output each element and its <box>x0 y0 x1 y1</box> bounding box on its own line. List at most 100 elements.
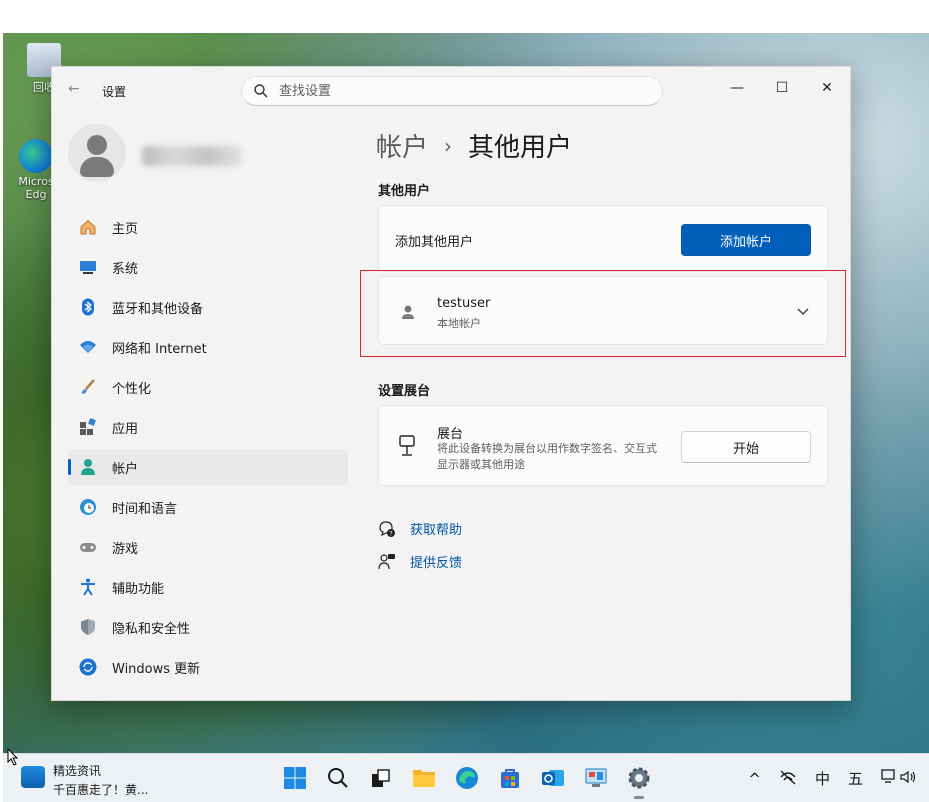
folder-icon <box>413 770 435 787</box>
window-title: 设置 <box>102 85 127 99</box>
edge-icon <box>19 139 53 173</box>
mouse-cursor-icon <box>7 748 19 766</box>
news-subtitle: 千百惠走了！黄... <box>53 783 149 797</box>
sidebar-item-label: 辅助功能 <box>112 581 165 597</box>
kiosk-title: 展台 <box>437 427 464 442</box>
sidebar-item-system[interactable]: 系统 <box>68 249 348 285</box>
account-icon <box>78 457 98 477</box>
news-widget[interactable]: 精选资讯 千百惠走了！黄... <box>21 762 148 798</box>
user-profile[interactable] <box>68 124 242 182</box>
sidebar-item-time-language[interactable]: 时间和语言 <box>68 489 348 525</box>
avatar <box>68 124 126 182</box>
search-input[interactable] <box>279 82 639 100</box>
maximize-button[interactable]: ☐ <box>759 73 805 103</box>
display-volume-icons[interactable] <box>881 768 917 789</box>
help-icon: ? <box>379 520 395 537</box>
file-explorer-button[interactable] <box>408 762 440 794</box>
sidebar-item-label: 帐户 <box>112 461 139 477</box>
sidebar-item-personalization[interactable]: 个性化 <box>68 369 348 405</box>
shield-icon <box>78 617 98 637</box>
input-method-indicator[interactable]: 五 <box>848 768 863 789</box>
brush-icon <box>78 377 98 397</box>
close-button[interactable]: ✕ <box>804 73 850 103</box>
sidebar-item-bluetooth[interactable]: 蓝牙和其他设备 <box>68 289 348 325</box>
taskbar-search-button[interactable] <box>322 762 354 794</box>
get-help-link[interactable]: ? 获取帮助 <box>378 519 462 538</box>
kiosk-icon <box>399 435 415 456</box>
sidebar-item-label: 应用 <box>112 421 139 437</box>
minimize-button[interactable]: — <box>714 73 760 103</box>
give-feedback-label: 提供反馈 <box>410 556 463 571</box>
control-panel-icon <box>585 768 607 787</box>
accessibility-icon <box>78 577 98 597</box>
monitor-icon <box>78 257 98 277</box>
settings-taskbar-button[interactable] <box>623 762 655 799</box>
globe-clock-icon <box>78 497 98 517</box>
sidebar-item-label: 个性化 <box>112 381 152 397</box>
breadcrumb-separator: › <box>444 133 453 158</box>
edge-taskbar-button[interactable] <box>451 762 483 794</box>
sidebar-item-label: 游戏 <box>112 541 139 557</box>
bluetooth-icon <box>78 297 98 317</box>
add-user-card: 添加其他用户 添加帐户 <box>378 205 828 272</box>
svg-text:?: ? <box>389 530 392 537</box>
tray-chevron-up-icon[interactable]: ^ <box>748 770 761 788</box>
feedback-icon <box>378 553 395 569</box>
section-title-other-users: 其他用户 <box>378 184 431 199</box>
breadcrumb-parent[interactable]: 帐户 <box>376 127 428 164</box>
settings-window: ← 设置 — ☐ ✕ 主页 系统 蓝牙和其他设备 网络和 Internet <box>51 66 851 701</box>
outlook-icon <box>542 770 564 786</box>
gear-icon <box>628 767 650 789</box>
network-off-icon[interactable] <box>779 769 797 789</box>
sidebar-item-label: 隐私和安全性 <box>112 621 191 637</box>
section-title-kiosk: 设置展台 <box>378 384 431 399</box>
back-button[interactable]: ← <box>68 81 80 97</box>
apps-icon <box>78 417 98 437</box>
kiosk-start-button[interactable]: 开始 <box>681 431 811 463</box>
store-icon <box>501 769 519 788</box>
search-icon <box>254 84 268 98</box>
sidebar-nav: 主页 系统 蓝牙和其他设备 网络和 Internet 个性化 应用 帐户 时间和… <box>68 209 348 689</box>
sidebar-item-apps[interactable]: 应用 <box>68 409 348 445</box>
search-box[interactable] <box>241 76 663 106</box>
search-icon <box>328 768 348 788</box>
kiosk-description: 将此设备转换为展台以用作数字签名、交互式显示器或其他用途 <box>437 442 657 471</box>
update-icon <box>78 657 98 677</box>
outlook-button[interactable] <box>537 762 569 794</box>
sidebar-item-privacy[interactable]: 隐私和安全性 <box>68 609 348 645</box>
sidebar-item-accounts[interactable]: 帐户 <box>68 449 348 485</box>
add-account-button[interactable]: 添加帐户 <box>681 224 811 256</box>
sidebar-item-windows-update[interactable]: Windows 更新 <box>68 649 348 685</box>
store-button[interactable] <box>494 762 526 794</box>
sidebar-item-label: 蓝牙和其他设备 <box>112 301 204 317</box>
sidebar-item-label: 系统 <box>112 261 139 277</box>
news-title: 精选资讯 <box>53 764 102 778</box>
sidebar-item-network[interactable]: 网络和 Internet <box>68 329 348 365</box>
sidebar-item-accessibility[interactable]: 辅助功能 <box>68 569 348 605</box>
sidebar-item-label: 时间和语言 <box>112 501 178 517</box>
start-button[interactable] <box>279 762 311 794</box>
add-user-label: 添加其他用户 <box>395 235 474 250</box>
kiosk-card: 展台 将此设备转换为展台以用作数字签名、交互式显示器或其他用途 开始 <box>378 405 828 486</box>
get-help-label: 获取帮助 <box>410 523 463 538</box>
news-icon <box>21 766 45 788</box>
task-view-icon <box>372 769 390 787</box>
highlight-box <box>360 270 846 357</box>
sidebar-item-gaming[interactable]: 游戏 <box>68 529 348 565</box>
page-title: 其他用户 <box>468 133 573 163</box>
control-panel-button[interactable] <box>580 762 612 794</box>
system-tray: ^ 中 五 <box>730 768 917 789</box>
profile-name-blurred <box>142 146 242 166</box>
task-view-button[interactable] <box>365 762 397 794</box>
gamepad-icon <box>78 537 98 557</box>
sidebar-item-label: 主页 <box>112 221 139 237</box>
sidebar-item-label: 网络和 Internet <box>112 341 207 357</box>
taskbar: 精选资讯 千百惠走了！黄... ^ 中 五 <box>3 753 929 802</box>
give-feedback-link[interactable]: 提供反馈 <box>378 552 462 571</box>
wifi-icon <box>78 337 98 357</box>
sidebar-item-home[interactable]: 主页 <box>68 209 348 245</box>
sidebar-item-label: Windows 更新 <box>112 661 201 677</box>
input-language-indicator[interactable]: 中 <box>815 768 830 789</box>
taskbar-apps <box>279 762 666 799</box>
edge-icon <box>456 767 478 789</box>
